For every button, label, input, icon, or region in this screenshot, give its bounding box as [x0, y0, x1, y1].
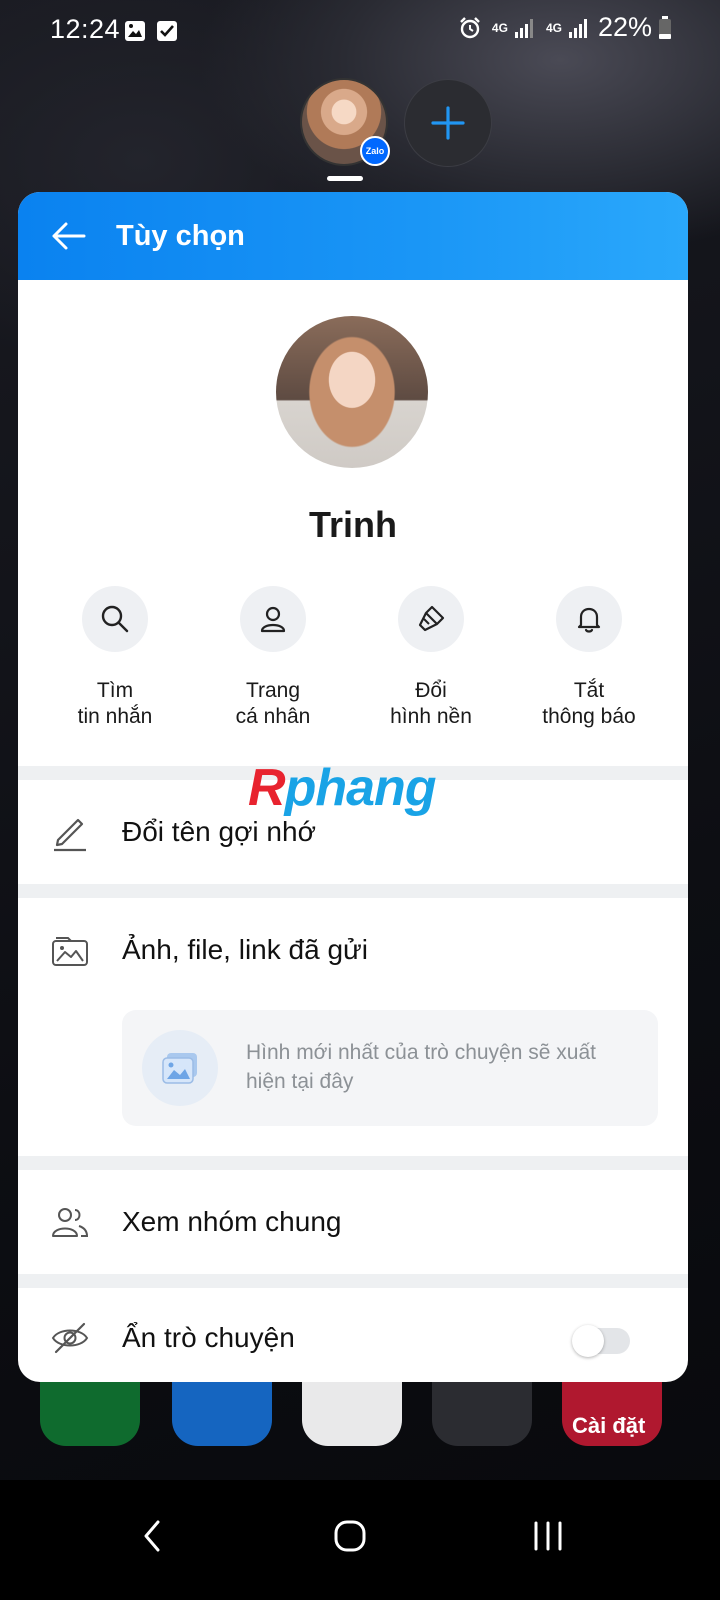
quick-actions: Tìm tin nhắn Trang cá nhân Đổi hình nền: [18, 586, 688, 736]
profile-page-button[interactable]: [240, 586, 306, 652]
back-arrow-icon[interactable]: [48, 216, 88, 256]
back-chevron-icon: [144, 1520, 160, 1552]
network-type-1: 4G: [491, 20, 508, 35]
rename-nickname-label: Đổi tên gợi nhớ: [122, 816, 316, 847]
mute-notifications-action[interactable]: Tắt thông báo: [509, 586, 669, 730]
signal-icon: [514, 18, 533, 38]
battery-icon: [659, 15, 671, 39]
alarm-icon: [460, 16, 480, 38]
profile-page-action[interactable]: Trang cá nhân: [193, 586, 353, 730]
profile-avatar[interactable]: [276, 316, 428, 468]
hide-chat-label: Ẩn trò chuyện: [122, 1322, 295, 1353]
search-messages-label: Tìm tin nhắn: [77, 679, 153, 728]
nav-home-button[interactable]: [320, 1506, 380, 1566]
paintbrush-icon: [418, 605, 445, 632]
change-wallpaper-action[interactable]: Đổi hình nền: [351, 586, 511, 730]
profile-name: Trinh: [309, 504, 397, 545]
photo-stack-icon: [52, 937, 88, 966]
zalo-app-badge: Zalo: [360, 136, 390, 166]
person-icon: [260, 606, 286, 633]
media-preview-placeholder[interactable]: Hình mới nhất của trò chuyện sẽ xuất hiệ…: [122, 1010, 658, 1126]
plus-icon: [431, 106, 465, 140]
status-time: 12:24: [50, 14, 121, 44]
checkbox-notification-icon: [157, 21, 177, 41]
page-title: Tùy chọn: [116, 220, 245, 252]
settings-app-label: Cài đặt: [572, 1413, 646, 1438]
bell-icon: [577, 607, 601, 633]
network-type-2: 4G: [545, 20, 562, 35]
signal-icon: [568, 18, 587, 38]
section-divider: [18, 1156, 688, 1170]
section-divider: [18, 884, 688, 898]
system-navigation-bar: [0, 1480, 720, 1600]
toggle-knob: [572, 1325, 604, 1357]
search-messages-action[interactable]: Tìm tin nhắn: [35, 586, 195, 730]
common-groups-row[interactable]: Xem nhóm chung: [18, 1170, 688, 1274]
common-groups-label: Xem nhóm chung: [122, 1206, 342, 1237]
search-messages-button[interactable]: [82, 586, 148, 652]
shared-media-label: Ảnh, file, link đã gửi: [122, 934, 368, 965]
sheet-header: Tùy chọn: [18, 192, 688, 280]
add-bubble-button[interactable]: [404, 79, 492, 167]
group-icon: [52, 1208, 89, 1237]
watermark-logo: Rphang: [248, 759, 437, 817]
battery-percent: 22%: [597, 12, 652, 42]
media-placeholder-text: Hình mới nhất của trò chuyện sẽ xuất hiệ…: [246, 1041, 596, 1093]
profile-page-label: Trang cá nhân: [235, 679, 311, 728]
search-icon: [101, 605, 129, 633]
chat-options-sheet: Tùy chọn Trinh Tìm tin nhắn Trang cá nhâ…: [18, 192, 688, 1382]
nav-recents-button[interactable]: [518, 1506, 578, 1566]
status-bar: 12:24 4G 4G 22%: [0, 0, 720, 62]
bubble-selected-indicator: [327, 176, 363, 181]
change-wallpaper-button[interactable]: [398, 586, 464, 652]
change-wallpaper-label: Đổi hình nền: [390, 679, 472, 728]
section-divider: [18, 1274, 688, 1288]
mute-notifications-button[interactable]: [556, 586, 622, 652]
hide-chat-toggle[interactable]: [572, 1325, 630, 1357]
eye-off-icon: [51, 1322, 89, 1354]
home-icon: [334, 1520, 366, 1552]
nav-back-button[interactable]: [122, 1506, 182, 1566]
recents-icon: [534, 1521, 562, 1551]
gallery-notification-icon: [125, 21, 145, 41]
mute-notifications-label: Tắt thông báo: [542, 679, 636, 728]
pencil-icon: [54, 818, 86, 852]
image-placeholder-icon: [142, 1030, 218, 1106]
